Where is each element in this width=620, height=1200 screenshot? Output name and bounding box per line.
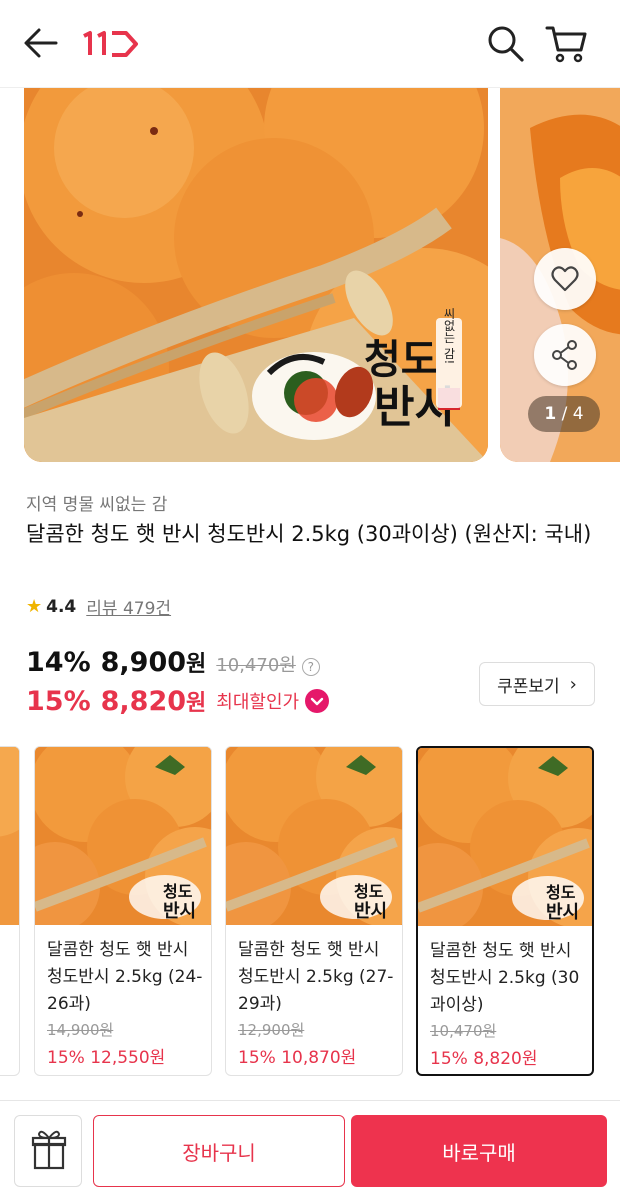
chevron-right-icon: › [569,673,577,695]
option-sale-price: 15% 10,870원 [238,1048,357,1068]
back-arrow-icon [24,28,58,58]
option-thumbnail [0,747,19,925]
option-name: 달콤한 청도 햇 반시 청도반시 2.5kg (24-26과) [47,940,203,1014]
buy-now-button[interactable]: 바로구매 [351,1115,607,1187]
sale-price: 8,900 [100,647,187,678]
coupon-view-button[interactable]: 쿠폰보기 › [479,662,595,706]
option-original-price: 14,900원 [47,1021,114,1039]
page-total: / 4 [561,404,584,424]
option-thumbnail: 청도 반시 [226,747,402,925]
stamp-vertical-text: 씨없는 감! [436,308,462,408]
star-icon: ★ [26,596,43,617]
cart-icon [545,26,587,63]
product-category[interactable]: 지역 명물 씨없는 감 [26,490,167,515]
help-icon[interactable]: ? [301,658,320,676]
chevron-down-icon[interactable] [305,689,330,713]
original-price: 10,470원 [216,655,296,676]
cart-button[interactable] [544,22,588,64]
bottom-action-bar: 장바구니 바로구매 [0,1100,620,1200]
price-row: 14% 8,900 원 10,470원 ? [26,646,320,678]
coupon-label: 쿠폰보기 [497,676,560,697]
heart-icon [551,266,579,292]
share-button[interactable] [534,324,596,386]
currency-unit-red: 원 [186,691,207,716]
svg-text:청도: 청도 [546,883,576,902]
product-photo-persimmons[interactable]: 청도 반시 씨없는 감! [24,88,488,462]
gift-button[interactable] [14,1115,82,1187]
option-sale-price: 15% 12,550원 [47,1048,166,1068]
product-image-gallery[interactable]: 청도 반시 씨없는 감! 1 / 4 [0,88,620,464]
brand-text-line1: 청도 [364,336,438,383]
option-original-price: 12,900원 [238,1021,305,1039]
search-icon [488,26,524,62]
discount-rate: 14% [26,647,91,678]
gift-icon [31,1130,67,1170]
max-discount-price: 8,820 [100,685,187,717]
max-discount-rate: 15% [26,685,91,717]
option-thumbnail: 청도 반시 [418,748,592,926]
option-card[interactable]: 청도 반시 달콤한 청도 햇 반시 청도반시 2.5kg (27-29과) 12… [225,746,403,1076]
11st-logo[interactable] [80,30,140,58]
option-sale-price: 15% 8,820원 [430,1049,538,1069]
option-card[interactable]: 청도 반시 달콤한 청도 햇 반시 청도반시 2.5kg (24-26과) 14… [34,746,212,1076]
max-discount-row[interactable]: 15% 8,820 원 최대할인가 [26,685,330,717]
svg-text:반시: 반시 [546,902,579,923]
back-button[interactable] [22,26,60,60]
option-card-selected[interactable]: 청도 반시 달콤한 청도 햇 반시 청도반시 2.5kg (30과이상) 10,… [416,746,594,1076]
svg-text:씨없는 감!: 씨없는 감! [442,308,456,365]
search-button[interactable] [486,24,526,64]
svg-text:청도: 청도 [354,882,384,901]
option-name: 달콤한 청도 햇 반시 청도반시 2.5kg (30과이상) [430,941,580,1015]
svg-text:반시: 반시 [354,901,387,922]
svg-text:청도: 청도 [163,882,193,901]
image-page-indicator: 1 / 4 [528,396,600,432]
option-original-price: 10,470원 [430,1022,497,1040]
option-thumbnail: 청도 반시 [35,747,211,925]
option-name: 달콤한 청도 햇 반시 청도반시 2.5kg (27-29과) [238,940,394,1014]
review-count-link[interactable]: 리뷰 479건 [86,594,171,619]
rating-score: 4.4 [46,596,77,617]
page-current: 1 [544,404,557,424]
rating-row[interactable]: ★ 4.4 리뷰 479건 [26,594,171,619]
add-to-cart-button[interactable]: 장바구니 [93,1115,345,1187]
wishlist-button[interactable] [534,248,596,310]
top-app-bar [0,0,620,88]
share-icon [552,340,577,370]
svg-text:반시: 반시 [163,901,196,922]
currency-unit: 원 [186,652,207,677]
option-card-partial[interactable] [0,746,20,1076]
product-title: 달콤한 청도 햇 반시 청도반시 2.5kg (30과이상) (원산지: 국내) [26,522,592,546]
max-discount-label: 최대할인가 [216,692,300,713]
option-carousel[interactable]: 청도 반시 달콤한 청도 햇 반시 청도반시 2.5kg (24-26과) 14… [0,744,620,1080]
